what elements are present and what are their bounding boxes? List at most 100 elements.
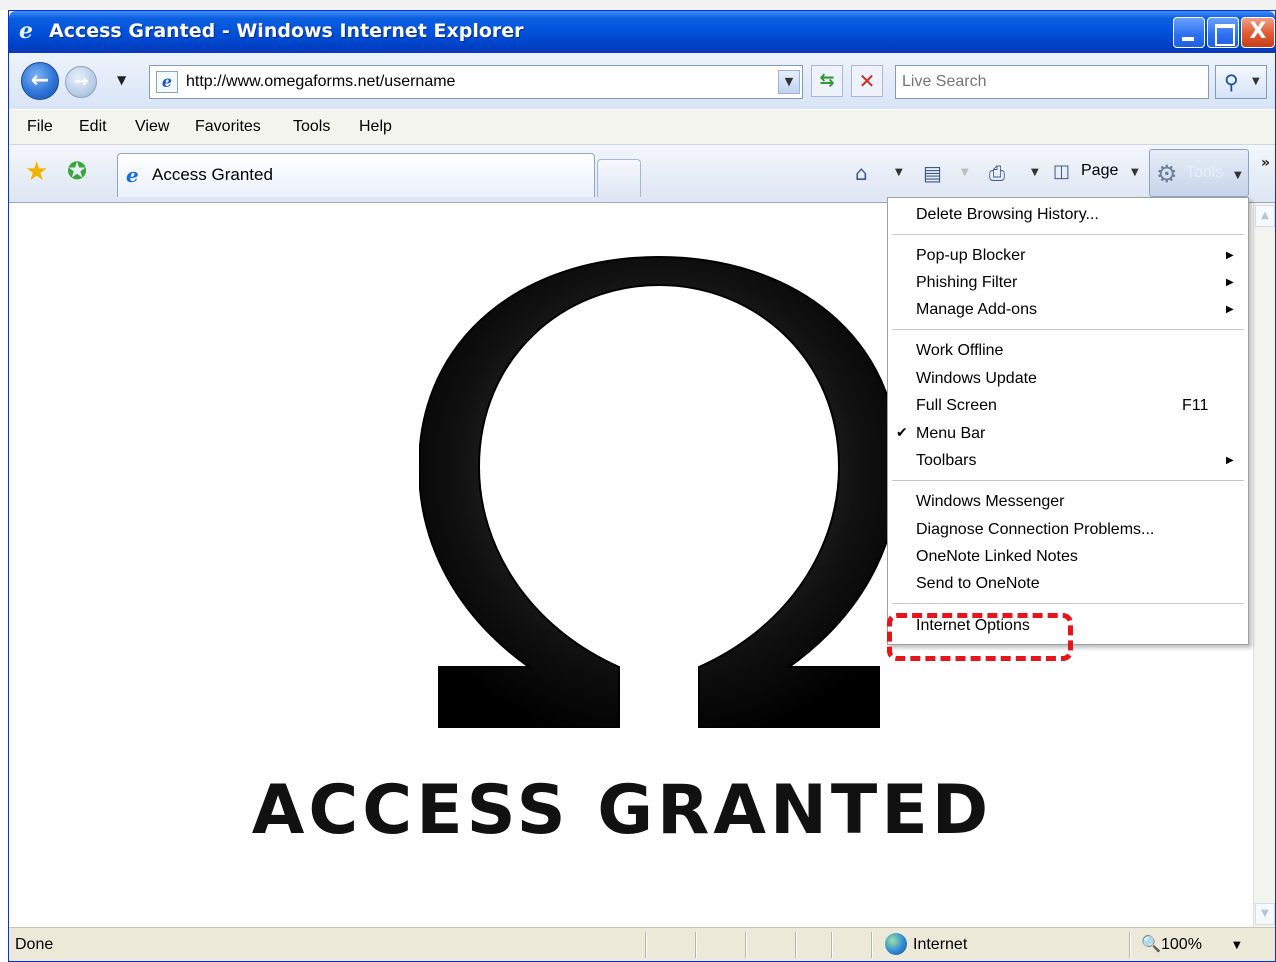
status-divider [645,932,647,958]
feeds-dropdown-icon: ▼ [961,167,969,178]
window-title: Access Granted - Windows Internet Explor… [49,20,524,42]
search-options-dropdown-icon[interactable]: ▼ [1252,76,1260,87]
menu-view[interactable]: View [135,118,169,136]
status-divider [871,932,873,958]
stop-button[interactable]: ✕ [851,65,883,97]
scroll-down-arrow-icon[interactable]: ▼ [1255,903,1275,925]
refresh-button[interactable]: ⇆ [811,65,843,97]
status-bar: Done Internet 🔍 100% ▼ [9,927,1275,961]
menu-item-work-offline[interactable]: Work Offline [888,339,1248,365]
submenu-arrow-icon: ▶ [1226,277,1234,288]
page-icon[interactable]: ◫ [1053,161,1070,182]
tools-dropdown-menu: Delete Browsing History... Pop-up Blocke… [887,197,1249,645]
access-granted-heading: ACCESS GRANTED [251,771,993,850]
menu-item-send-to-onenote[interactable]: Send to OneNote [888,572,1248,598]
forward-button[interactable]: → [65,66,97,98]
home-dropdown-icon[interactable]: ▼ [895,167,903,178]
menu-item-toolbars[interactable]: Toolbars ▶ [888,449,1248,475]
menu-item-label: Full Screen [916,397,997,414]
menu-item-menu-bar[interactable]: ✔ Menu Bar [888,422,1248,448]
menu-item-label: Delete Browsing History... [916,206,1099,223]
menu-help[interactable]: Help [359,118,392,136]
address-dropdown-icon[interactable]: ▼ [778,70,800,94]
search-button[interactable]: ⚲ ▼ [1215,65,1267,99]
menu-item-windows-update[interactable]: Windows Update [888,367,1248,393]
status-divider [745,932,747,958]
home-icon[interactable]: ⌂ [855,161,868,185]
ie-window: e Access Granted - Windows Internet Expl… [8,10,1276,962]
tab-label: Access Granted [152,165,273,184]
print-dropdown-icon[interactable]: ▼ [1031,167,1039,178]
tools-dropdown-icon: ▼ [1234,170,1242,181]
maximize-button[interactable] [1207,17,1239,48]
menu-item-label: Manage Add-ons [916,301,1037,318]
menu-favorites[interactable]: Favorites [195,118,261,136]
menu-item-shortcut: F11 [1182,397,1209,414]
menu-item-full-screen[interactable]: Full Screen F11 [888,394,1248,420]
status-divider [695,932,697,958]
new-tab-button[interactable] [597,159,641,197]
security-zone[interactable]: Internet [913,936,967,954]
minimize-button[interactable] [1173,17,1205,48]
menu-item-label: Phishing Filter [916,274,1018,291]
tab-command-bar: ★ ✪ e Access Granted ⌂ ▼ ▤ ▼ ⎙ ▼ ◫ Page … [9,145,1275,203]
internet-options-highlight [887,613,1073,661]
tools-menu-button[interactable]: ⚙ Tools ▼ [1149,149,1249,197]
page-dropdown-icon[interactable]: ▼ [1131,167,1139,178]
scroll-up-arrow-icon[interactable]: ▲ [1255,205,1275,227]
add-favorite-icon[interactable]: ✪ [67,157,87,185]
address-toolbar: ← → ▼ e http://www.omegaforms.net/userna… [9,53,1275,109]
chevron-more-icon[interactable]: » [1261,155,1270,171]
tools-button-label: Tools [1186,164,1224,181]
menu-tools[interactable]: Tools [293,118,330,136]
title-bar[interactable]: e Access Granted - Windows Internet Expl… [9,11,1275,53]
printer-icon[interactable]: ⎙ [989,161,1005,185]
globe-icon [885,933,907,955]
menu-item-onenote-linked-notes[interactable]: OneNote Linked Notes [888,545,1248,571]
menu-item-label: Pop-up Blocker [916,247,1026,264]
submenu-arrow-icon: ▶ [1226,455,1234,466]
menu-bar: File Edit View Favorites Tools Help [9,109,1275,145]
menu-item-label: Work Offline [916,342,1004,359]
vertical-scrollbar[interactable]: ▲ ▼ [1253,203,1275,927]
menu-separator [892,603,1244,605]
menu-item-manage-add-ons[interactable]: Manage Add-ons ▶ [888,298,1248,324]
status-divider [795,932,797,958]
search-input[interactable] [896,66,1208,98]
status-divider [831,932,833,958]
menu-item-popup-blocker[interactable]: Pop-up Blocker ▶ [888,244,1248,270]
rss-icon[interactable]: ▤ [923,161,942,185]
zoom-level[interactable]: 100% [1161,936,1202,954]
search-field[interactable] [895,65,1209,99]
menu-item-label: Menu Bar [916,425,986,442]
menu-item-windows-messenger[interactable]: Windows Messenger [888,490,1248,516]
address-url[interactable]: http://www.omegaforms.net/username [186,73,455,91]
tab-access-granted[interactable]: e Access Granted [117,153,595,197]
gear-icon: ⚙ [1156,160,1178,188]
menu-separator [892,329,1244,331]
submenu-arrow-icon: ▶ [1226,304,1234,315]
zoom-dropdown-icon[interactable]: ▼ [1233,940,1241,951]
top-strip [0,0,1276,10]
address-field[interactable]: e http://www.omegaforms.net/username ▼ [149,65,803,99]
star-icon[interactable]: ★ [25,157,48,187]
menu-item-phishing-filter[interactable]: Phishing Filter ▶ [888,271,1248,297]
menu-edit[interactable]: Edit [79,118,107,136]
menu-item-label: Toolbars [916,452,977,469]
back-button[interactable]: ← [21,62,59,100]
page-menu-button[interactable]: Page [1081,162,1118,180]
menu-item-label: Diagnose Connection Problems... [916,521,1155,538]
menu-item-label: OneNote Linked Notes [916,548,1078,565]
menu-item-diagnose-connection[interactable]: Diagnose Connection Problems... [888,518,1248,544]
menu-item-delete-browsing-history[interactable]: Delete Browsing History... [888,203,1248,229]
close-button[interactable]: X [1241,17,1275,48]
recent-pages-dropdown-icon[interactable]: ▼ [117,73,126,87]
page-favicon-icon: e [156,71,178,93]
tab-ie-icon: e [126,163,139,187]
menu-file[interactable]: File [27,118,53,136]
submenu-arrow-icon: ▶ [1226,250,1234,261]
menu-separator [892,234,1244,236]
menu-separator [892,480,1244,482]
magnifier-icon: ⚲ [1224,70,1239,94]
status-divider [1129,932,1131,958]
